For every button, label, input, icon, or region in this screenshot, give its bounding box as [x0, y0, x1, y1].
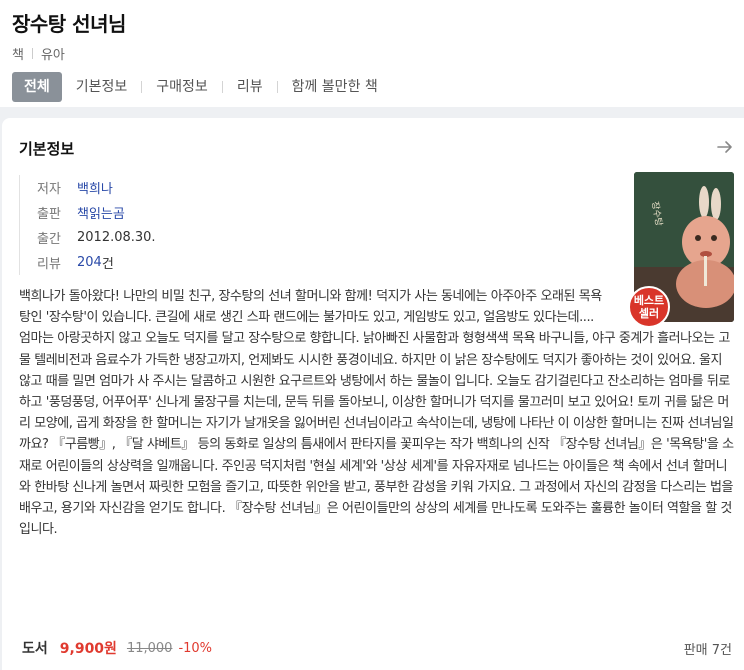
tab-basic-info[interactable]: 기본정보: [62, 72, 142, 102]
meta-row-author: 저자 백희나: [37, 175, 156, 200]
breadcrumb-item-book[interactable]: 책: [12, 44, 24, 63]
basic-info-card: 기본정보 저자 백희나 출판 책읽는곰 출간 2012.08.30. 리뷰 20…: [2, 118, 744, 670]
header: 장수탕 선녀님 책 유아 전체 기본정보 구매정보 리뷰 함께 볼만한 책: [0, 0, 744, 107]
book-meta: 저자 백희나 출판 책읽는곰 출간 2012.08.30. 리뷰 204 건: [19, 175, 156, 275]
meta-label: 출판: [37, 207, 61, 222]
tab-related-books[interactable]: 함께 볼만한 책: [278, 72, 392, 102]
meta-row-date: 출간 2012.08.30.: [37, 225, 156, 250]
publish-date: 2012.08.30.: [77, 230, 156, 245]
breadcrumb: 책 유아: [12, 44, 65, 63]
sale-price: 9,900원: [59, 641, 117, 657]
tab-all[interactable]: 전체: [12, 72, 62, 102]
discount-rate: -10%: [178, 640, 213, 656]
publisher-link[interactable]: 책읽는곰: [77, 203, 125, 222]
price-format-label: 도서: [22, 641, 48, 657]
review-count-unit: 건: [101, 257, 114, 272]
tab-purchase-info[interactable]: 구매정보: [142, 72, 222, 102]
meta-row-publisher: 출판 책읽는곰: [37, 200, 156, 225]
review-count-link[interactable]: 204: [77, 255, 102, 270]
original-price: 11,000: [126, 640, 173, 656]
arrow-right-icon[interactable]: [716, 138, 734, 156]
tab-reviews[interactable]: 리뷰: [223, 72, 277, 102]
cover-spacer: [605, 286, 735, 328]
book-description: 백희나가 돌아왔다! 나만의 비밀 친구, 장수탕의 선녀 할머니와 함께! 덕…: [19, 286, 735, 540]
sales-count: 판매 7건: [683, 642, 732, 658]
breadcrumb-item-infant[interactable]: 유아: [41, 44, 65, 63]
meta-row-reviews: 리뷰 204 건: [37, 250, 156, 275]
tab-bar: 전체 기본정보 구매정보 리뷰 함께 볼만한 책: [12, 72, 392, 102]
meta-label: 저자: [37, 182, 61, 197]
author-link[interactable]: 백희나: [77, 178, 113, 197]
meta-label: 리뷰: [37, 257, 61, 272]
breadcrumb-divider: [31, 48, 33, 59]
price-row: 도서 9,900원 11,000 -10% 판매 7건: [22, 638, 732, 658]
section-title: 기본정보: [19, 140, 75, 158]
meta-label: 출간: [37, 232, 61, 247]
page-title: 장수탕 선녀님: [12, 12, 126, 36]
